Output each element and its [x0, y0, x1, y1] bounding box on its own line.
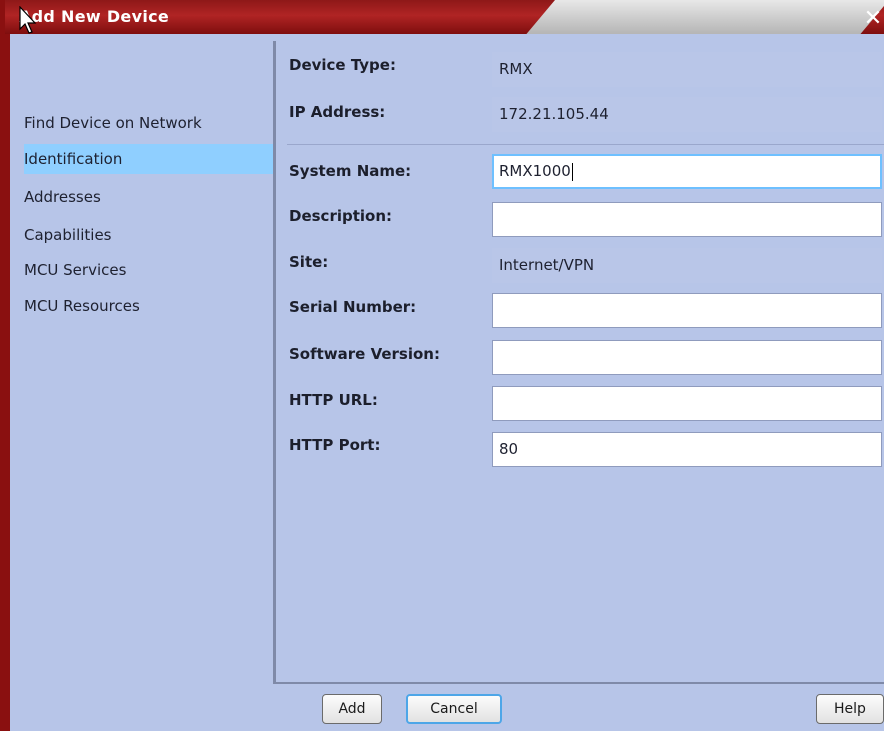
device-type-value: RMX: [492, 52, 882, 87]
system-name-input[interactable]: RMX1000: [492, 154, 882, 189]
cancel-button[interactable]: Cancel: [406, 694, 502, 724]
mouse-pointer-icon: [19, 6, 37, 34]
help-button[interactable]: Help: [816, 694, 884, 724]
section-divider: [287, 144, 884, 145]
serial-number-input[interactable]: [492, 293, 882, 328]
sidebar-item-mcu-resources[interactable]: MCU Resources: [24, 291, 273, 321]
sidebar-item-find-device[interactable]: Find Device on Network: [24, 108, 273, 138]
add-device-dialog: Add New Device ✕ Find Device on Network …: [0, 0, 884, 731]
button-bar: Add Cancel Help: [10, 684, 884, 731]
ip-address-value: 172.21.105.44: [492, 97, 882, 132]
system-name-label: System Name:: [289, 162, 412, 180]
title-bar[interactable]: Add New Device ✕: [5, 0, 884, 34]
sidebar-nav: Find Device on Network Identification Ad…: [10, 34, 273, 684]
serial-number-label: Serial Number:: [289, 298, 417, 316]
site-label: Site:: [289, 253, 329, 271]
http-port-input[interactable]: 80: [492, 432, 882, 467]
site-value: Internet/VPN: [492, 248, 882, 283]
http-url-input[interactable]: [492, 386, 882, 421]
dialog-title: Add New Device: [19, 7, 170, 26]
sidebar-item-mcu-services[interactable]: MCU Services: [24, 255, 273, 285]
sidebar-item-capabilities[interactable]: Capabilities: [24, 220, 273, 250]
identification-panel: Device Type: RMX IP Address: 172.21.105.…: [273, 41, 884, 684]
http-port-label: HTTP Port:: [289, 436, 381, 454]
sidebar-item-identification[interactable]: Identification: [24, 144, 273, 174]
software-version-label: Software Version:: [289, 345, 440, 363]
description-input[interactable]: [492, 202, 882, 237]
ip-address-label: IP Address:: [289, 103, 386, 121]
sidebar-item-addresses[interactable]: Addresses: [24, 182, 273, 212]
system-name-text: RMX1000: [499, 162, 571, 180]
title-bar-tab-shape: [526, 0, 884, 34]
close-icon[interactable]: ✕: [862, 8, 884, 30]
description-label: Description:: [289, 207, 393, 225]
text-caret: [571, 162, 573, 181]
add-button[interactable]: Add: [322, 694, 382, 724]
software-version-input[interactable]: [492, 340, 882, 375]
device-type-label: Device Type:: [289, 56, 396, 74]
http-url-label: HTTP URL:: [289, 391, 378, 409]
